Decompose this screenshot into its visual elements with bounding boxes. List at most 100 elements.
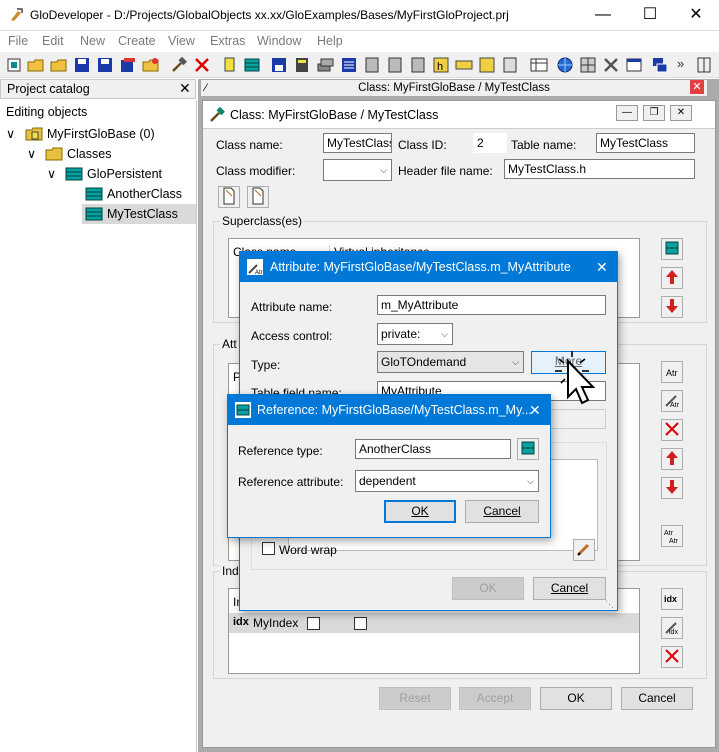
chevron-down-icon[interactable]: ∨ [27,144,36,164]
doc-2-icon[interactable] [386,56,404,74]
attr-name-input[interactable]: m_MyAttribute [377,295,606,315]
cw-close-button[interactable]: ✕ [670,105,692,121]
base-icon[interactable] [220,56,238,74]
attr-add-button[interactable]: Atr [661,361,683,383]
attr-up-button[interactable] [661,448,683,470]
reference-attribute-select[interactable]: dependent ⌵ [355,470,539,492]
tree-item-base[interactable]: MyFirstGloBase (0) [47,124,155,144]
dialog-icon[interactable] [625,56,643,74]
header-file-input[interactable]: MyTestClass.h [504,159,695,179]
menu-new[interactable]: New [80,34,105,48]
cw-restore-button[interactable]: ❐ [643,105,665,121]
sc-add-button[interactable] [661,238,683,260]
ref-cancel-button[interactable]: Cancel [465,500,539,523]
class-cancel-button[interactable]: Cancel [621,687,693,710]
class-button[interactable] [247,186,269,208]
table-icon[interactable] [530,56,548,74]
attr-ok-button[interactable]: OK [452,577,524,600]
doc-icon[interactable] [363,56,381,74]
access-control-select[interactable]: private: ⌵ [377,323,453,345]
class-name-input[interactable]: MyTestClass [323,133,392,153]
tree-item-anotherclass[interactable]: AnotherClass [107,184,182,204]
class-id-input[interactable]: 2 [473,133,507,153]
class-modifier-select[interactable]: ⌵ [323,159,392,181]
source-icon[interactable] [478,56,496,74]
attr-delete-button[interactable] [661,419,683,441]
header-icon[interactable]: h [432,56,450,74]
table-name-input[interactable]: MyTestClass [596,133,695,153]
import-icon[interactable] [142,56,160,74]
open-folder-icon[interactable] [27,56,45,74]
menu-help[interactable]: Help [317,34,343,48]
menu-extras[interactable]: Extras [210,34,245,48]
sc-move-up-button[interactable] [661,267,683,289]
stack-icon[interactable] [316,56,334,74]
attr-edit-comment-button[interactable] [573,539,595,561]
chevron-down-icon[interactable]: ∨ [6,124,15,144]
class-ok-button[interactable]: OK [540,687,612,710]
toolbar-overflow-icon[interactable]: » [677,56,684,71]
save-as-icon[interactable] [96,56,114,74]
open-folder-2-icon[interactable] [50,56,68,74]
arrow-up-icon [666,451,678,465]
reference-type-input[interactable]: AnotherClass [355,439,511,459]
resize-grip-icon[interactable]: ⋱ [605,599,614,610]
menu-file[interactable]: File [8,34,28,48]
reference-dialog-close-icon[interactable]: ✕ [529,395,541,425]
sc-move-down-button[interactable] [661,296,683,318]
idx-delete-button[interactable] [661,646,683,668]
attr-edit-button[interactable]: Atr [661,390,683,412]
file-button[interactable] [218,186,240,208]
grid-icon[interactable] [579,56,597,74]
index-row[interactable]: idx MyIndex [229,613,639,633]
attr-down-button[interactable] [661,477,683,499]
new-project-icon[interactable] [5,56,23,74]
server-icon[interactable] [293,56,311,74]
maximize-button[interactable]: ☐ [627,0,673,31]
tab-scroll-left-icon[interactable]: ∕ [205,80,207,96]
svg-text:Atr: Atr [666,368,678,378]
cw-minimize-button[interactable]: — [616,105,638,121]
menu-edit[interactable]: Edit [42,34,64,48]
minimize-button[interactable]: — [580,0,626,31]
tree-item-glopersistent[interactable]: GloPersistent [87,164,162,184]
attribute-dialog-close-icon[interactable]: ✕ [596,252,608,282]
windows-icon[interactable] [651,56,669,74]
mdi-tab[interactable]: ∕ Class: MyFirstGloBase / MyTestClass [200,79,708,97]
tree-item-mytestclass[interactable]: MyTestClass [107,204,178,224]
close-button[interactable]: ✕ [673,0,719,31]
index-option-checkbox[interactable] [354,617,367,630]
reset-button[interactable]: Reset [379,687,451,710]
menu-view[interactable]: View [168,34,195,48]
ref-ok-button[interactable]: OK [384,500,456,523]
globe-icon[interactable] [556,56,574,74]
menu-window[interactable]: Window [257,34,301,48]
attr-cancel-button[interactable]: Cancel [533,577,606,600]
idx-add-button[interactable]: idx [661,588,683,610]
attr-cancel-label: Cancel [550,581,589,595]
save-all-icon[interactable] [119,56,137,74]
save-icon[interactable] [73,56,91,74]
word-wrap-checkbox[interactable] [262,542,275,555]
tools-icon[interactable] [602,56,620,74]
type-select[interactable]: GloTOndemand ⌵ [377,351,524,373]
link-icon[interactable] [455,56,473,74]
hammer-icon[interactable] [170,56,188,74]
disk-icon[interactable] [270,56,288,74]
doc-3-icon[interactable] [409,56,427,74]
chevron-down-icon[interactable]: ∨ [47,164,56,184]
delete-icon[interactable] [193,56,211,74]
tree-item-classes[interactable]: Classes [67,144,111,164]
class-icon[interactable] [243,56,261,74]
menu-create[interactable]: Create [118,34,156,48]
index-unique-checkbox[interactable] [307,617,320,630]
page-icon[interactable] [501,56,519,74]
attr-copy-button[interactable]: Atr Atr [661,525,683,547]
panel-close-icon[interactable]: ✕ [179,80,191,97]
reference-type-pick-button[interactable] [517,438,539,460]
list-icon[interactable] [340,56,358,74]
tab-close-icon[interactable]: ✕ [690,80,704,94]
idx-edit-button[interactable]: idx [661,617,683,639]
accept-button[interactable]: Accept [459,687,531,710]
help-book-icon[interactable] [695,56,713,74]
